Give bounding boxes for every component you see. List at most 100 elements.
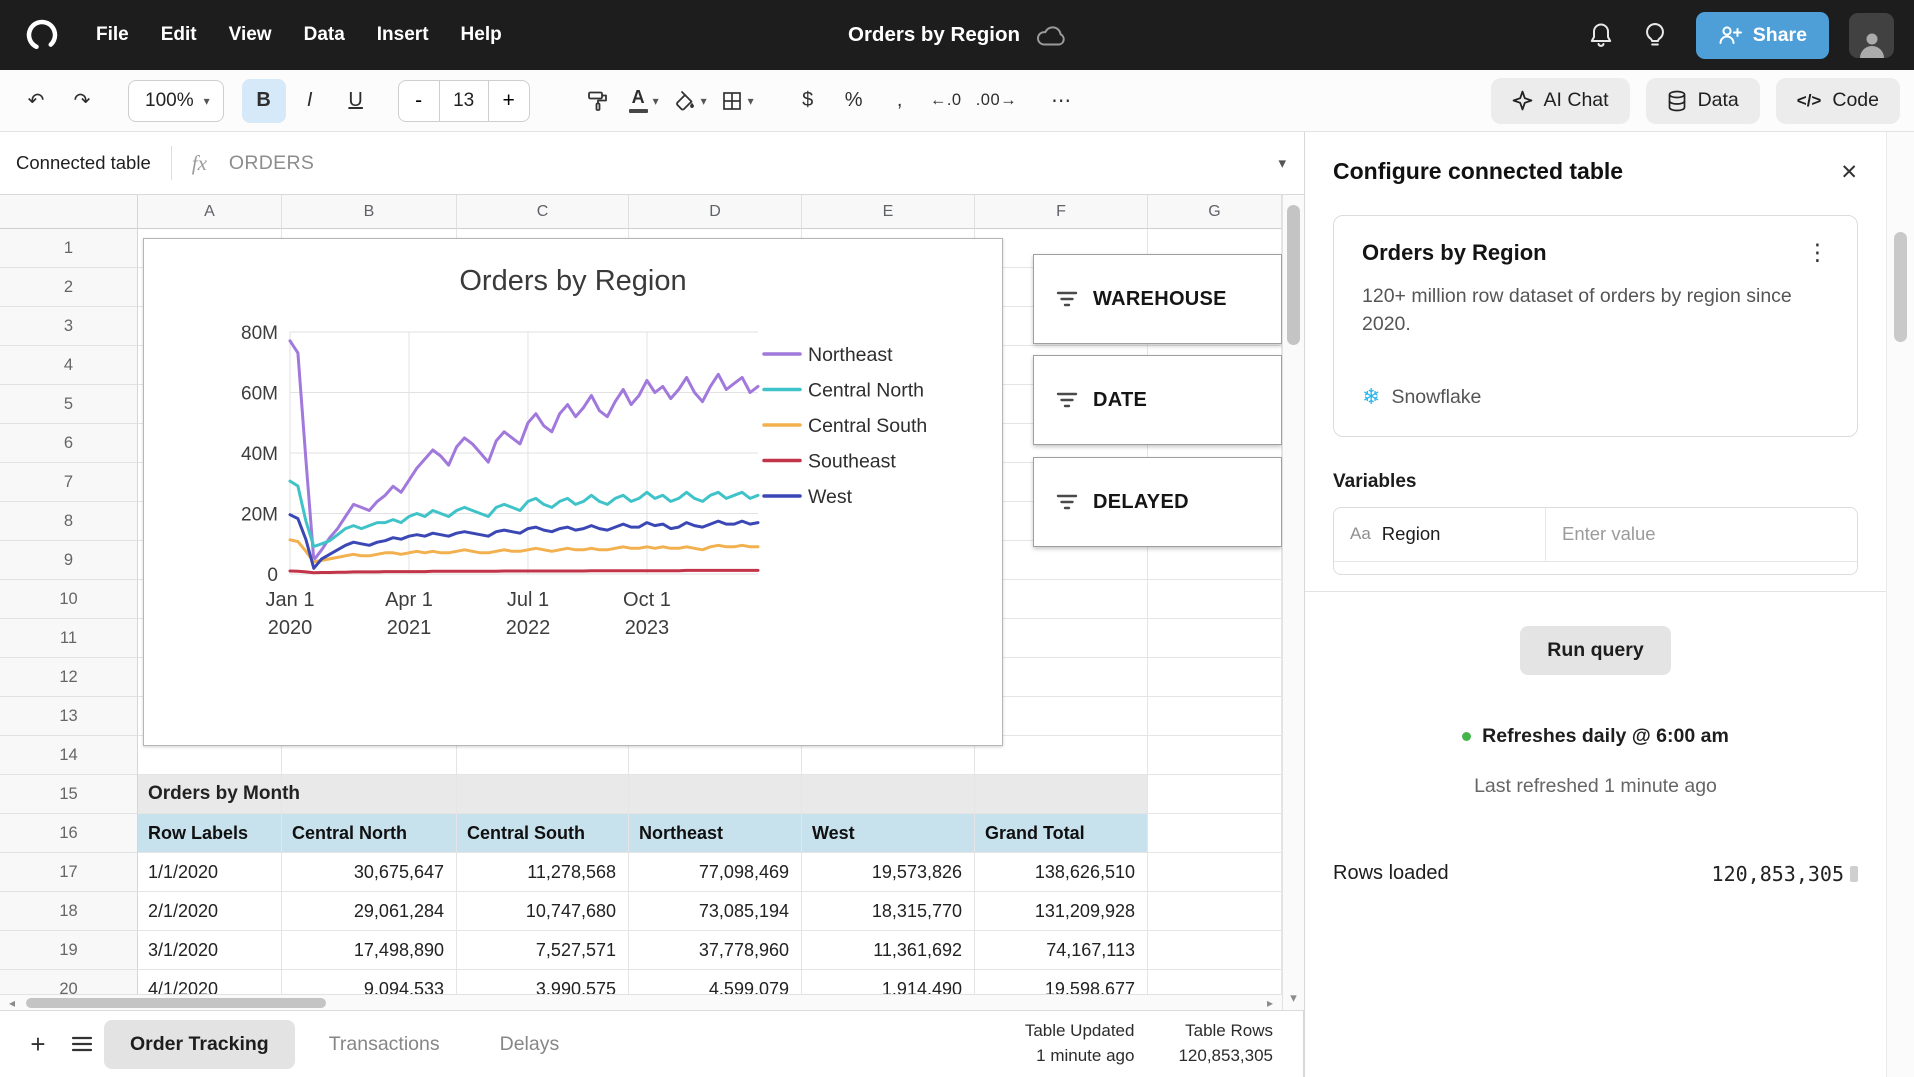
row-header-10[interactable]: 10 <box>0 580 138 619</box>
row-header-12[interactable]: 12 <box>0 658 138 697</box>
cell-G13[interactable] <box>1148 697 1282 736</box>
cell-F17[interactable]: 138,626,510 <box>975 853 1148 892</box>
menu-item-insert[interactable]: Insert <box>361 14 445 56</box>
column-header-B[interactable]: B <box>282 195 457 229</box>
cell-A18[interactable]: 2/1/2020 <box>138 892 282 931</box>
cell-B18[interactable]: 29,061,284 <box>282 892 457 931</box>
cell-F16[interactable]: Grand Total <box>975 814 1148 853</box>
sheet-tab-order-tracking[interactable]: Order Tracking <box>104 1020 295 1069</box>
bold-button[interactable]: B <box>242 79 286 123</box>
code-button[interactable]: </> Code <box>1776 78 1900 124</box>
sheet-list-menu-button[interactable] <box>60 1022 104 1066</box>
filter-control-date[interactable]: DATE <box>1033 355 1282 445</box>
font-size-value[interactable]: 13 <box>439 81 489 121</box>
currency-format-button[interactable]: $ <box>786 79 830 123</box>
cell-D15[interactable] <box>629 775 802 814</box>
more-options-button[interactable]: ⋯ <box>1039 79 1083 123</box>
row-header-8[interactable]: 8 <box>0 502 138 541</box>
add-sheet-button[interactable]: + <box>16 1022 60 1066</box>
menu-item-view[interactable]: View <box>213 14 288 56</box>
row-header-15[interactable]: 15 <box>0 775 138 814</box>
row-header-9[interactable]: 9 <box>0 541 138 580</box>
increase-font-size-button[interactable]: + <box>489 81 529 121</box>
column-header-C[interactable]: C <box>457 195 629 229</box>
menu-item-data[interactable]: Data <box>288 14 361 56</box>
cell-E19[interactable]: 11,361,692 <box>802 931 975 970</box>
cell-E16[interactable]: West <box>802 814 975 853</box>
menu-item-edit[interactable]: Edit <box>145 14 213 56</box>
run-query-button[interactable]: Run query <box>1520 626 1670 675</box>
row-header-14[interactable]: 14 <box>0 736 138 775</box>
filter-control-warehouse[interactable]: WAREHOUSE <box>1033 254 1282 344</box>
cell-C19[interactable]: 7,527,571 <box>457 931 629 970</box>
cell-D19[interactable]: 37,778,960 <box>629 931 802 970</box>
column-header-D[interactable]: D <box>629 195 802 229</box>
cell-F18[interactable]: 131,209,928 <box>975 892 1148 931</box>
italic-button[interactable]: I <box>288 79 332 123</box>
cell-G14[interactable] <box>1148 736 1282 775</box>
cell-C15[interactable] <box>457 775 629 814</box>
text-color-button[interactable]: A ▾ <box>622 79 666 123</box>
column-header-A[interactable]: A <box>138 195 282 229</box>
cell-A19[interactable]: 3/1/2020 <box>138 931 282 970</box>
row-header-17[interactable]: 17 <box>0 853 138 892</box>
sheet-tab-transactions[interactable]: Transactions <box>303 1020 466 1069</box>
cell-A17[interactable]: 1/1/2020 <box>138 853 282 892</box>
cell-C16[interactable]: Central South <box>457 814 629 853</box>
row-header-4[interactable]: 4 <box>0 346 138 385</box>
cell-B15[interactable] <box>282 775 457 814</box>
cell-B19[interactable]: 17,498,890 <box>282 931 457 970</box>
notifications-bell-icon[interactable] <box>1578 12 1624 58</box>
column-header-G[interactable]: G <box>1148 195 1282 229</box>
row-header-19[interactable]: 19 <box>0 931 138 970</box>
cell-B17[interactable]: 30,675,647 <box>282 853 457 892</box>
cell-D17[interactable]: 77,098,469 <box>629 853 802 892</box>
cell-E17[interactable]: 19,573,826 <box>802 853 975 892</box>
row-header-5[interactable]: 5 <box>0 385 138 424</box>
variable-value-input[interactable] <box>1546 508 1857 561</box>
user-avatar[interactable] <box>1849 13 1894 58</box>
close-panel-icon[interactable]: ✕ <box>1840 160 1858 184</box>
orders-by-region-chart[interactable]: Orders by Region 020M40M60M80MJan 12020A… <box>143 238 1003 746</box>
data-button[interactable]: Data <box>1646 78 1760 124</box>
cell-G15[interactable] <box>1148 775 1282 814</box>
sheet-tab-delays[interactable]: Delays <box>474 1020 586 1069</box>
row-header-13[interactable]: 13 <box>0 697 138 736</box>
zoom-dropdown[interactable]: 100% ▾ <box>128 80 224 122</box>
cell-A16[interactable]: Row Labels <box>138 814 282 853</box>
cell-G16[interactable] <box>1148 814 1282 853</box>
formula-bar-value[interactable]: ORDERS <box>229 152 314 175</box>
row-header-18[interactable]: 18 <box>0 892 138 931</box>
cell-G17[interactable] <box>1148 853 1282 892</box>
redo-button[interactable]: ↷ <box>60 79 104 123</box>
cell-F19[interactable]: 74,167,113 <box>975 931 1148 970</box>
row-header-3[interactable]: 3 <box>0 307 138 346</box>
scroll-down-arrow-icon[interactable]: ▾ <box>1283 991 1304 1006</box>
cell-C18[interactable]: 10,747,680 <box>457 892 629 931</box>
row-header-16[interactable]: 16 <box>0 814 138 853</box>
panel-scrollbar-thumb[interactable] <box>1894 232 1907 342</box>
menu-item-help[interactable]: Help <box>445 14 518 56</box>
scroll-left-arrow-icon[interactable]: ◂ <box>0 995 24 1010</box>
cell-D18[interactable]: 73,085,194 <box>629 892 802 931</box>
horizontal-scrollbar-thumb[interactable] <box>26 998 326 1008</box>
cell-G19[interactable] <box>1148 931 1282 970</box>
cell-G11[interactable] <box>1148 619 1282 658</box>
comma-format-button[interactable]: , <box>878 79 922 123</box>
cell-G10[interactable] <box>1148 580 1282 619</box>
cell-E15[interactable] <box>802 775 975 814</box>
vertical-scrollbar-thumb[interactable] <box>1287 205 1300 345</box>
vertical-scrollbar[interactable]: ▾ <box>1282 195 1304 1010</box>
row-header-1[interactable]: 1 <box>0 229 138 268</box>
variable-name-cell[interactable]: Aa Region <box>1334 508 1546 561</box>
filter-control-delayed[interactable]: DELAYED <box>1033 457 1282 547</box>
percent-format-button[interactable]: % <box>832 79 876 123</box>
borders-button[interactable]: ▾ <box>715 79 760 123</box>
panel-scrollbar[interactable] <box>1886 132 1914 1077</box>
row-header-6[interactable]: 6 <box>0 424 138 463</box>
kebab-menu-icon[interactable]: ⋮ <box>1806 240 1829 266</box>
underline-button[interactable]: U <box>334 79 378 123</box>
cell-D16[interactable]: Northeast <box>629 814 802 853</box>
horizontal-scrollbar[interactable]: ◂ ▸ <box>0 994 1282 1010</box>
column-header-E[interactable]: E <box>802 195 975 229</box>
